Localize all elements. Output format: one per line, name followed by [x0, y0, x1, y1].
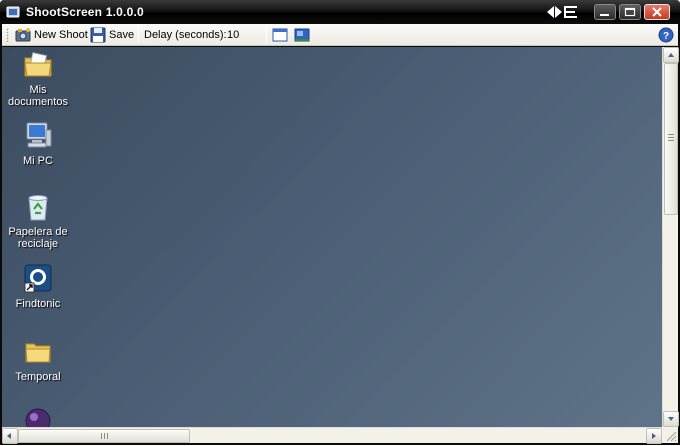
recycle-bin-icon	[28, 195, 48, 221]
horizontal-scrollbar[interactable]	[2, 427, 662, 444]
delay-label: Delay (seconds):	[144, 29, 227, 41]
svg-text:?: ?	[663, 31, 669, 42]
resize-grip-icon	[666, 431, 677, 442]
desktop-icon-findtonic[interactable]: Findtonic	[2, 263, 74, 310]
toolbar-grip[interactable]	[6, 28, 9, 42]
resize-grip[interactable]	[662, 427, 678, 443]
app-window: ShootScreen 1.0.0.0 New Shoot Save Delay…	[0, 0, 680, 445]
minimize-icon	[600, 14, 609, 16]
scroll-left-button[interactable]	[2, 428, 18, 444]
arrows-logo-icon	[547, 6, 577, 18]
vertical-scroll-thumb[interactable]	[664, 63, 678, 215]
desktop-icon-label: Mi PC	[23, 155, 53, 167]
partial-icon	[25, 408, 51, 427]
vertical-scrollbar[interactable]	[662, 47, 679, 427]
folder-icon	[25, 343, 51, 363]
desktop-icon-label: Temporal	[15, 371, 61, 383]
thumb-grip	[101, 433, 108, 439]
maximize-button[interactable]	[619, 4, 641, 20]
help-icon[interactable]: ?	[658, 27, 674, 43]
new-shoot-label: New Shoot	[34, 29, 88, 41]
window-capture-button[interactable]	[270, 26, 290, 44]
folder-documents-icon	[24, 52, 52, 77]
save-label: Save	[109, 29, 135, 41]
desktop-icon-partial[interactable]	[2, 405, 74, 427]
desktop-icon-label: Findtonic	[15, 298, 61, 310]
window-view-icon	[272, 28, 288, 42]
capture-preview[interactable]: Mis documentos Mi PC Papelera de recicla…	[2, 47, 662, 427]
desktop-icon-label: Mis documentos	[8, 84, 68, 108]
close-icon	[652, 7, 662, 17]
toolbar: New Shoot Save Delay (seconds): 10 ?	[2, 24, 678, 46]
scroll-up-button[interactable]	[663, 47, 679, 63]
toolbar-separator	[266, 27, 267, 43]
desktop-icon-label: Papelera de reciclaje	[8, 226, 68, 250]
desktop-icon-papelera[interactable]: Papelera de reciclaje	[2, 191, 74, 250]
minimize-button[interactable]	[594, 4, 616, 20]
desktop-capture-button[interactable]	[292, 26, 312, 44]
scroll-down-button[interactable]	[663, 411, 679, 427]
window-title: ShootScreen 1.0.0.0	[26, 5, 144, 19]
camera-icon	[15, 28, 31, 42]
thumb-grip	[668, 134, 674, 141]
desktop-icon-mi-pc[interactable]: Mi PC	[2, 120, 74, 167]
desktop-view-icon	[294, 28, 310, 42]
desktop-icon-temporal[interactable]: Temporal	[2, 336, 74, 383]
horizontal-scroll-thumb[interactable]	[18, 429, 190, 443]
save-button[interactable]: Save	[88, 26, 136, 44]
maximize-icon	[624, 7, 636, 17]
title-bar[interactable]: ShootScreen 1.0.0.0	[0, 0, 680, 24]
delay-input[interactable]	[224, 27, 264, 43]
findtonic-icon	[24, 264, 52, 293]
computer-icon	[26, 122, 52, 148]
app-icon	[6, 6, 20, 18]
scroll-right-button[interactable]	[646, 428, 662, 444]
new-shoot-button[interactable]: New Shoot	[13, 26, 90, 44]
desktop-icon-mis-documentos[interactable]: Mis documentos	[2, 49, 74, 108]
close-button[interactable]	[644, 4, 670, 20]
floppy-disk-icon	[90, 27, 106, 43]
toolbar-separator	[138, 27, 139, 43]
